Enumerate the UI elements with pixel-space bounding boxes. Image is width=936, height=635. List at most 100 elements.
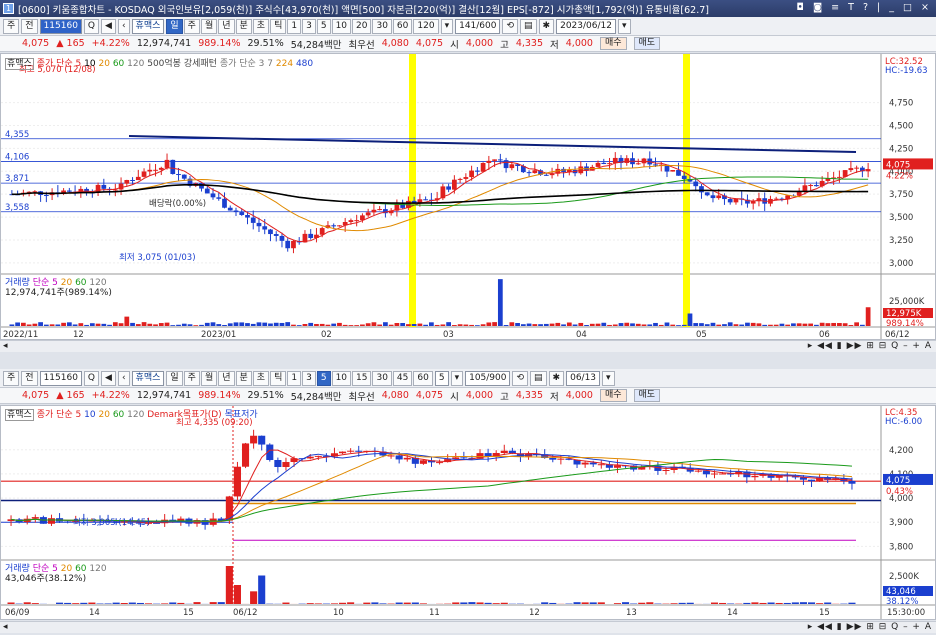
data-count[interactable]: 141/600 bbox=[455, 18, 501, 34]
buy-button-2[interactable]: 매수 bbox=[599, 389, 627, 402]
top-period-9[interactable]: 5 bbox=[316, 18, 331, 34]
candle-body bbox=[681, 175, 687, 180]
hc-label: HC:-19.63 bbox=[885, 66, 928, 76]
bottom-period-2[interactable]: 월 bbox=[200, 370, 218, 386]
date-input[interactable]: 2023/06/12 bbox=[556, 18, 616, 34]
top-period-10[interactable]: 10 bbox=[331, 18, 352, 34]
buy-button[interactable]: 매수 bbox=[599, 37, 627, 50]
candle-body bbox=[308, 233, 314, 238]
top-period-1[interactable]: 주 bbox=[183, 18, 200, 34]
bottom-period-6[interactable]: 틱 bbox=[270, 370, 287, 386]
bottom-period-9[interactable]: 5 bbox=[316, 370, 331, 386]
save-icon[interactable]: ▤ bbox=[520, 18, 537, 34]
top-period-0[interactable]: 일 bbox=[166, 18, 183, 34]
tool-icon[interactable]: ⟲ bbox=[502, 18, 519, 34]
sell-button-2[interactable]: 매도 bbox=[633, 389, 661, 402]
volume-bar bbox=[474, 325, 480, 326]
bottom-period-11[interactable]: 15 bbox=[352, 370, 372, 386]
top-period-11[interactable]: 20 bbox=[352, 18, 372, 34]
top-period-3[interactable]: 년 bbox=[218, 18, 235, 34]
candle-body bbox=[676, 170, 681, 176]
daily-chart-panel[interactable]: 4,750 4,500 4,250 4,000 3,750 3,500 3,250 3,000… bbox=[0, 53, 936, 340]
sound-icon-2[interactable]: ◀ bbox=[101, 370, 116, 386]
stock-code-input[interactable]: 115160 bbox=[39, 18, 82, 34]
top-period-5[interactable]: 초 bbox=[252, 18, 270, 34]
prev-icon-2[interactable]: ‹ bbox=[117, 370, 130, 386]
market-select[interactable]: 전 bbox=[21, 18, 38, 34]
sound-icon[interactable]: ◀ bbox=[101, 18, 116, 34]
settings-icon-2[interactable]: ▾ bbox=[450, 370, 464, 386]
top-period-13[interactable]: 60 bbox=[392, 18, 413, 34]
x-tick-label-2: 15 bbox=[183, 608, 194, 618]
zoom-controls[interactable]: ▸ ◀◀ ▮ ▶▶ ⊞ ⊟ Q – + A bbox=[808, 341, 932, 351]
candle-body-2 bbox=[64, 521, 72, 523]
market-select-2[interactable]: 전 bbox=[21, 370, 38, 386]
zoom-controls-2[interactable]: ▸ ◀◀ ▮ ▶▶ ⊞ ⊟ Q – + A bbox=[808, 622, 932, 632]
bottom-period-8[interactable]: 3 bbox=[302, 370, 316, 386]
top-period-14[interactable]: 120 bbox=[413, 18, 439, 34]
calendar-icon-2[interactable]: ▾ bbox=[602, 370, 615, 386]
top-period-12[interactable]: 30 bbox=[372, 18, 392, 34]
search-icon-2[interactable]: Q bbox=[83, 370, 100, 386]
bottom-period-10[interactable]: 10 bbox=[331, 370, 352, 386]
price-legend-2: 휴맥스 종가 단순 5 10 20 60 120 Demark목표가(D) 목표… bbox=[5, 407, 258, 421]
volume-bar bbox=[204, 322, 210, 326]
volume-bar bbox=[331, 323, 337, 326]
bottom-period-12[interactable]: 30 bbox=[372, 370, 392, 386]
bottom-period-4[interactable]: 분 bbox=[235, 370, 252, 386]
daily-chart-svg[interactable]: 4,7504,5004,2504,0003,7503,5003,2503,000… bbox=[1, 54, 935, 339]
intraday-chart-panel[interactable]: 4,2004,1004,0003,9003,800최고 4,335 (09:20… bbox=[0, 405, 936, 620]
date-input-2[interactable]: 06/13 bbox=[566, 370, 601, 386]
top-period-2[interactable]: 월 bbox=[200, 18, 218, 34]
volume-bar-2 bbox=[419, 603, 427, 604]
volume-bar-2 bbox=[395, 602, 403, 604]
bottom-period-5[interactable]: 초 bbox=[252, 370, 270, 386]
config-icon-2[interactable]: ✱ bbox=[548, 370, 565, 386]
volume-bar bbox=[130, 322, 135, 326]
settings-icon[interactable]: ▾ bbox=[440, 18, 454, 34]
bottom-period-0[interactable]: 일 bbox=[166, 370, 183, 386]
stock-name-2[interactable]: 휴맥스 bbox=[131, 370, 165, 386]
top-period-7[interactable]: 1 bbox=[287, 18, 302, 34]
volume-bar bbox=[222, 325, 227, 326]
candle-body bbox=[543, 174, 549, 176]
volume-bar-2 bbox=[217, 602, 225, 604]
search-icon[interactable]: Q bbox=[83, 18, 100, 34]
top-period-6[interactable]: 틱 bbox=[270, 18, 287, 34]
chart-type-select[interactable]: 주 bbox=[3, 18, 20, 34]
intraday-chart-svg[interactable]: 4,2004,1004,0003,9003,800최고 4,335 (09:20… bbox=[1, 406, 935, 619]
tool-icon-2[interactable]: ⟲ bbox=[512, 370, 529, 386]
candle-body-2 bbox=[436, 462, 444, 464]
bottom-period-1[interactable]: 주 bbox=[183, 370, 200, 386]
sell-button[interactable]: 매도 bbox=[633, 37, 661, 50]
bottom-scroll-bar[interactable]: ◂ ▸ ◀◀ ▮ ▶▶ ⊞ ⊟ Q – + A bbox=[0, 621, 936, 633]
volume-bar-2 bbox=[112, 602, 120, 604]
volume-bar-2 bbox=[799, 602, 807, 604]
volume-bar bbox=[762, 324, 768, 326]
bottom-period-3[interactable]: 년 bbox=[218, 370, 235, 386]
save-icon-2[interactable]: ▤ bbox=[530, 370, 547, 386]
scroll-left-icon-2[interactable]: ◂ bbox=[3, 622, 8, 632]
scroll-left-icon[interactable]: ◂ bbox=[3, 341, 8, 351]
volume-bar bbox=[681, 324, 687, 326]
top-scroll-bar[interactable]: ◂ ▸ ◀◀ ▮ ▶▶ ⊞ ⊟ Q – + A bbox=[0, 340, 936, 352]
config-icon[interactable]: ✱ bbox=[538, 18, 555, 34]
top-period-4[interactable]: 분 bbox=[235, 18, 252, 34]
window-controls[interactable]: ◘ ◙ ≡ T ? | _ □ × bbox=[796, 2, 932, 13]
volume-bar bbox=[38, 322, 43, 326]
candle-body bbox=[319, 228, 325, 235]
bottom-period-13[interactable]: 45 bbox=[392, 370, 413, 386]
calendar-icon[interactable]: ▾ bbox=[617, 18, 631, 34]
chart-type-select-2[interactable]: 주 bbox=[3, 370, 20, 386]
volume-bar bbox=[107, 324, 112, 326]
stock-code-input-2[interactable]: 115160 bbox=[39, 370, 82, 386]
volume-bar bbox=[693, 323, 699, 326]
bottom-period-7[interactable]: 1 bbox=[287, 370, 302, 386]
interval-input[interactable]: 5 bbox=[434, 370, 449, 386]
volume-bar bbox=[670, 324, 676, 326]
prev-icon[interactable]: ‹ bbox=[117, 18, 130, 34]
top-period-8[interactable]: 3 bbox=[302, 18, 316, 34]
data-count-2[interactable]: 105/900 bbox=[465, 370, 511, 386]
stock-name[interactable]: 휴맥스 bbox=[131, 18, 165, 34]
bottom-period-14[interactable]: 60 bbox=[413, 370, 433, 386]
